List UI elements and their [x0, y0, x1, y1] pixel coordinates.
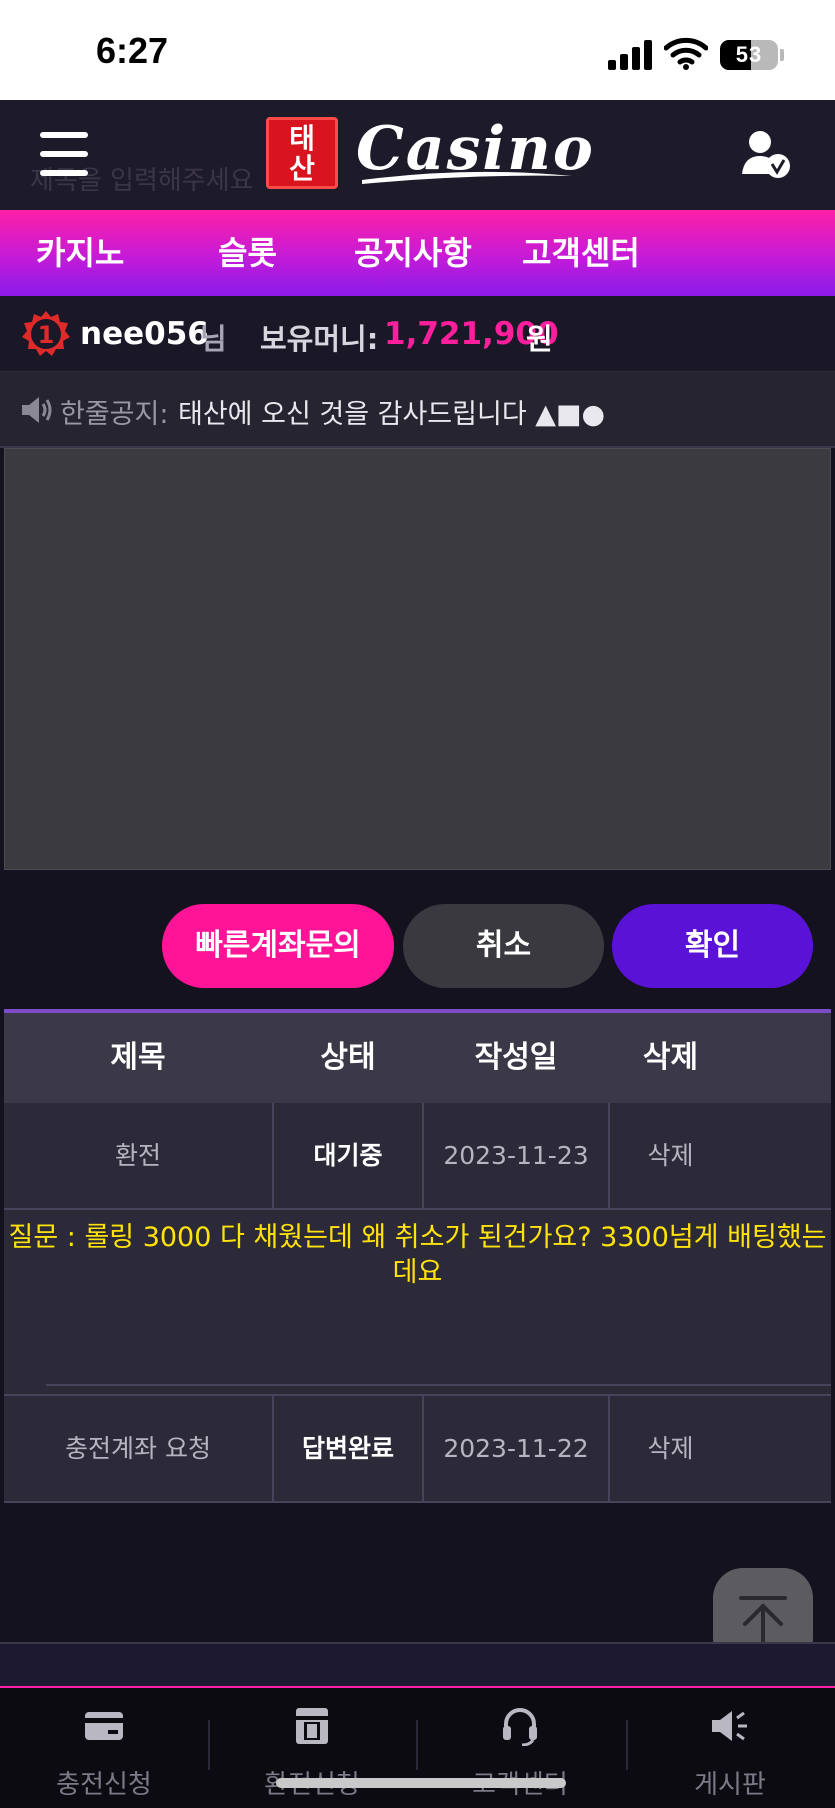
question-divider — [46, 1384, 831, 1386]
headset-icon — [503, 1708, 537, 1746]
nav-slot[interactable]: 슬롯 — [218, 210, 277, 296]
battery-percent: 53 — [735, 42, 763, 67]
logo-swoosh — [362, 171, 572, 184]
bottom-nav-deposit[interactable]: 충전신청 — [14, 1686, 194, 1808]
inquiry-content-textarea[interactable] — [4, 448, 831, 870]
confirm-button[interactable]: 확인 — [612, 904, 813, 988]
notice-text: 태산에 오신 것을 감사드립니다 ▲■● — [178, 399, 606, 430]
status-bar: 6:27 53 — [0, 0, 835, 100]
notice-label: 한줄공지: — [60, 399, 169, 430]
header-status: 상태 — [320, 1040, 376, 1075]
nav-customer-center[interactable]: 고객센터 — [522, 210, 640, 296]
header-date: 작성일 — [474, 1040, 558, 1075]
question-text: 질문 : 롤링 3000 다 채웠는데 왜 취소가 된건가요? 3300넘게 배… — [8, 1222, 827, 1288]
quick-account-inquiry-button[interactable]: 빠른계좌문의 — [162, 904, 394, 988]
bottom-nav-divider — [416, 1720, 418, 1770]
user-verified-icon[interactable] — [740, 128, 792, 180]
bottom-nav-divider — [208, 1720, 210, 1770]
row-delete-link[interactable]: 삭제 — [610, 1396, 731, 1501]
battery-icon: 53 — [720, 40, 778, 70]
bottom-nav-divider — [626, 1720, 628, 1770]
header-delete: 삭제 — [642, 1040, 699, 1075]
cellular-signal-icon — [608, 40, 652, 70]
money-label: 보유머니: — [260, 322, 379, 356]
bottom-nav-board[interactable]: 게시판 — [640, 1686, 820, 1808]
bottom-nav-label: 게시판 — [694, 1770, 766, 1800]
table-row[interactable]: 충전계좌 요청 답변완료 2023-11-22 삭제 — [4, 1396, 831, 1503]
logo-badge[interactable]: 태 산 — [266, 117, 338, 189]
level-badge-icon: 1 — [22, 311, 70, 356]
speaker-icon — [22, 397, 52, 423]
battery-tip — [780, 49, 784, 61]
home-indicator — [276, 1778, 566, 1788]
cancel-button[interactable]: 취소 — [403, 904, 604, 988]
username-honorific: 님 — [200, 322, 227, 356]
header-title: 제목 — [110, 1040, 166, 1075]
row-title[interactable]: 환전 — [4, 1103, 272, 1208]
cash-machine-icon — [296, 1708, 328, 1744]
row-status: 답변완료 — [301, 1434, 394, 1463]
row-date: 2023-11-22 — [443, 1434, 589, 1463]
bottom-nav-label: 충전신청 — [56, 1770, 152, 1800]
wifi-icon — [664, 37, 708, 70]
status-time: 6:27 — [96, 30, 169, 71]
nav-casino[interactable]: 카지노 — [36, 210, 124, 296]
footer-band — [0, 1644, 835, 1686]
menu-icon[interactable] — [40, 132, 88, 176]
level-number: 1 — [38, 321, 55, 349]
main-nav: 카지노 슬롯 공지사항 고객센터 — [0, 210, 835, 296]
row-title[interactable]: 충전계좌 요청 — [4, 1396, 272, 1501]
row-delete-link[interactable]: 삭제 — [610, 1103, 731, 1208]
row-date: 2023-11-23 — [443, 1141, 589, 1170]
table-row[interactable]: 환전 대기중 2023-11-23 삭제 — [4, 1103, 831, 1210]
logo-badge-top: 태 — [289, 122, 315, 155]
bottom-nav-customer-center[interactable]: 고객센터 — [430, 1686, 610, 1808]
card-icon — [85, 1712, 123, 1740]
table-header: 제목 상태 작성일 삭제 — [4, 1013, 831, 1103]
nav-notice[interactable]: 공지사항 — [354, 210, 472, 296]
username: nee056 — [80, 316, 209, 352]
row-status: 대기중 — [313, 1141, 383, 1170]
megaphone-icon — [712, 1711, 747, 1741]
bottom-nav-withdraw[interactable]: 환전신청 — [222, 1686, 402, 1808]
logo-badge-bottom: 산 — [289, 152, 315, 185]
money-unit: 원 — [526, 322, 553, 356]
